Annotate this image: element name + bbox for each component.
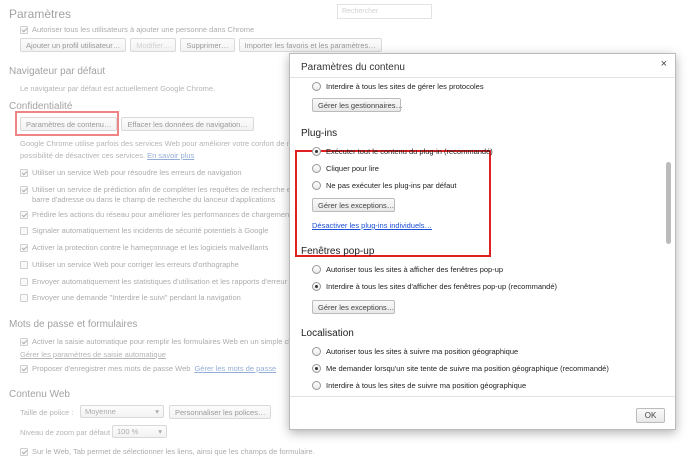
content-settings-dialog: Paramètres du contenu × Interdire à tous… — [289, 53, 676, 430]
protocols-option[interactable]: Interdire à tous les sites de gérer les … — [312, 82, 484, 91]
radio-label: Me demander lorsqu'un site tente de suiv… — [326, 364, 609, 373]
radio-label: Interdire à tous les sites d'afficher de… — [326, 282, 557, 291]
radio-button[interactable] — [312, 381, 321, 390]
disable-individual-plugins-link[interactable]: Désactiver les plug-ins individuels… — [312, 221, 432, 230]
radio-button[interactable] — [312, 347, 321, 356]
radio-button[interactable] — [312, 82, 321, 91]
radio-label: Interdire à tous les sites de gérer les … — [326, 82, 484, 91]
dialog-body: Interdire à tous les sites de gérer les … — [290, 78, 662, 396]
radio-label: Cliquer pour lire — [326, 164, 379, 173]
popups-option-allow[interactable]: Autoriser tous les sites à afficher des … — [312, 265, 503, 274]
popups-heading: Fenêtres pop-up — [301, 246, 375, 257]
plugins-exceptions-button[interactable]: Gérer les exceptions… — [312, 198, 395, 212]
radio-button[interactable] — [312, 147, 321, 156]
popups-option-block[interactable]: Interdire à tous les sites d'afficher de… — [312, 282, 557, 291]
radio-label: Exécuter tout le contenu du plug-in (rec… — [326, 147, 493, 156]
radio-button[interactable] — [312, 265, 321, 274]
plugins-heading: Plug-ins — [301, 128, 338, 139]
radio-button[interactable] — [312, 282, 321, 291]
plugins-option-block[interactable]: Ne pas exécuter les plug-ins par défaut — [312, 181, 457, 190]
plugins-option-click-to-play[interactable]: Cliquer pour lire — [312, 164, 379, 173]
radio-button[interactable] — [312, 164, 321, 173]
radio-button[interactable] — [312, 181, 321, 190]
radio-label: Autoriser tous les sites à afficher des … — [326, 265, 504, 274]
location-option-allow[interactable]: Autoriser tous les sites à suivre ma pos… — [312, 347, 518, 356]
location-option-ask[interactable]: Me demander lorsqu'un site tente de suiv… — [312, 364, 609, 373]
radio-label: Ne pas exécuter les plug-ins par défaut — [326, 181, 457, 190]
radio-label: Interdire à tous les sites de suivre ma … — [326, 381, 527, 390]
plugins-option-run-all[interactable]: Exécuter tout le contenu du plug-in (rec… — [312, 147, 493, 156]
scrollbar-thumb[interactable] — [666, 162, 671, 244]
radio-label: Autoriser tous les sites à suivre ma pos… — [326, 347, 519, 356]
manage-handlers-button[interactable]: Gérer les gestionnaires… — [312, 98, 403, 112]
location-heading: Localisation — [301, 328, 354, 339]
ok-button[interactable]: OK — [636, 408, 665, 423]
location-option-block[interactable]: Interdire à tous les sites de suivre ma … — [312, 381, 526, 390]
dialog-title: Paramètres du contenu — [301, 62, 405, 73]
divider — [290, 396, 675, 397]
close-icon[interactable]: × — [661, 58, 667, 70]
popups-exceptions-button[interactable]: Gérer les exceptions… — [312, 300, 395, 314]
radio-button[interactable] — [312, 364, 321, 373]
